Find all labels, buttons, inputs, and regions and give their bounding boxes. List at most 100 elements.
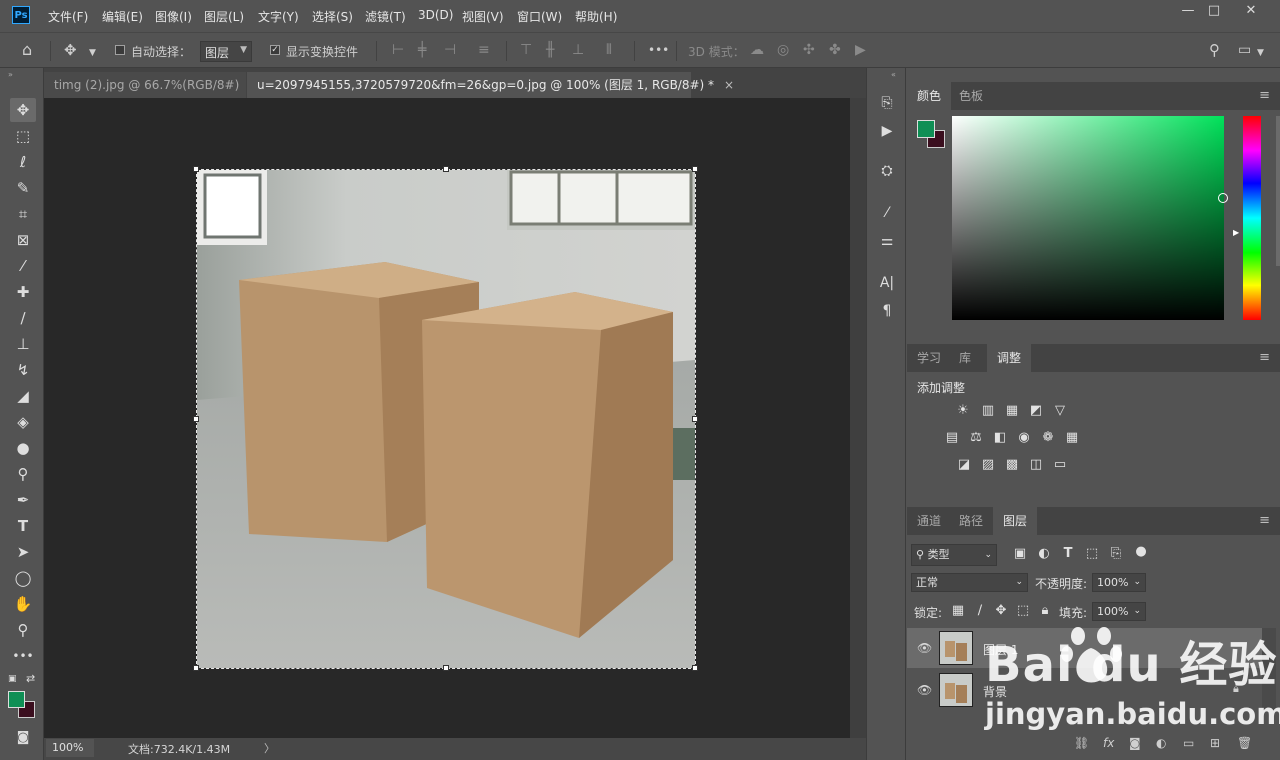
- swap-colors-icon[interactable]: ⇄: [26, 672, 35, 685]
- move-icon[interactable]: ✥: [64, 42, 77, 58]
- invert-icon[interactable]: ◪: [956, 458, 972, 472]
- menu-help[interactable]: 帮助(H): [575, 8, 617, 25]
- panel-scrollbar[interactable]: [1276, 116, 1280, 266]
- ellipse-tool-icon[interactable]: ◯: [10, 566, 36, 590]
- threshold-icon[interactable]: ▩: [1004, 458, 1020, 472]
- menu-select[interactable]: 选择(S): [312, 8, 353, 25]
- tab-layers[interactable]: 图层: [993, 507, 1038, 535]
- tab-libraries[interactable]: 库: [949, 344, 981, 372]
- lock-position-icon[interactable]: ✥: [993, 604, 1009, 618]
- tab-timg[interactable]: timg (2).jpg @ 66.7%(RGB/8#)×: [44, 72, 259, 98]
- quick-mask-icon[interactable]: ◙: [10, 726, 36, 750]
- hue-saturation-icon[interactable]: ▤: [944, 431, 960, 445]
- curves-icon[interactable]: ▦: [1004, 404, 1020, 418]
- tab-learn[interactable]: 学习: [907, 344, 951, 372]
- 3d-roll-icon[interactable]: ◎: [777, 42, 789, 58]
- menu-window[interactable]: 窗口(W): [517, 8, 562, 25]
- vibrance-icon[interactable]: ▽: [1052, 404, 1068, 418]
- menu-type[interactable]: 文字(Y): [258, 8, 299, 25]
- workspace-icon[interactable]: ▭: [1238, 42, 1251, 58]
- fx-icon[interactable]: fx: [1103, 736, 1114, 750]
- edit-toolbar-icon[interactable]: •••: [10, 644, 36, 668]
- align-center-h-icon[interactable]: ╪: [418, 42, 426, 58]
- levels-icon[interactable]: ▥: [980, 404, 996, 418]
- transform-handle[interactable]: [692, 665, 698, 671]
- close-icon[interactable]: ×: [724, 78, 734, 92]
- move-tool-icon[interactable]: ✥: [10, 98, 36, 122]
- foreground-color-swatch[interactable]: [8, 691, 25, 708]
- hue-slider[interactable]: [1243, 116, 1261, 320]
- lasso-tool-icon[interactable]: ℓ: [10, 150, 36, 174]
- quick-select-tool-icon[interactable]: ✎: [10, 176, 36, 200]
- status-menu-arrow[interactable]: 〉: [264, 740, 275, 756]
- collapse-arrows-icon[interactable]: »: [8, 70, 13, 79]
- brightness-icon[interactable]: ☀: [955, 404, 971, 418]
- dodge-tool-icon[interactable]: ⚲: [10, 462, 36, 486]
- transform-handle[interactable]: [692, 416, 698, 422]
- menu-file[interactable]: 文件(F): [48, 8, 88, 25]
- close-window-button[interactable]: ✕: [1237, 4, 1265, 20]
- panel-menu-icon[interactable]: ≡: [1259, 88, 1270, 103]
- 3d-pan-icon[interactable]: ✣: [803, 42, 815, 58]
- filter-smart-object-icon[interactable]: ⎘: [1108, 547, 1124, 561]
- eyedropper-tool-icon[interactable]: ⁄: [10, 254, 36, 278]
- posterize-icon[interactable]: ▨: [980, 458, 996, 472]
- tab-swatches[interactable]: 色板: [949, 82, 993, 110]
- 3d-panel-icon[interactable]: ⛭: [875, 160, 899, 182]
- align-middle-v-icon[interactable]: ╫: [546, 42, 554, 58]
- auto-select-target-dropdown[interactable]: 图层 ▼: [200, 41, 252, 62]
- color-lookup-icon[interactable]: ▦: [1064, 431, 1080, 445]
- collapse-arrows-icon[interactable]: «: [891, 70, 896, 79]
- crop-tool-icon[interactable]: ⌗: [10, 202, 36, 226]
- filter-type-icon[interactable]: T: [1060, 547, 1076, 561]
- menu-image[interactable]: 图像(I): [155, 8, 192, 25]
- more-options-button[interactable]: •••: [648, 42, 669, 58]
- exposure-icon[interactable]: ◩: [1028, 404, 1044, 418]
- brush-settings-icon[interactable]: ⁄: [875, 202, 899, 224]
- color-picker-marker[interactable]: [1218, 193, 1228, 203]
- transform-handle[interactable]: [193, 665, 199, 671]
- gradient-map-icon[interactable]: ▭: [1052, 458, 1068, 472]
- lock-artboard-icon[interactable]: ⬚: [1015, 604, 1031, 618]
- menu-filter[interactable]: 滤镜(T): [365, 8, 406, 25]
- transform-handle[interactable]: [193, 166, 199, 172]
- tab-adjustments[interactable]: 调整: [987, 344, 1032, 372]
- maximize-button[interactable]: □: [1200, 4, 1228, 20]
- filter-toggle-icon[interactable]: ●: [1133, 545, 1149, 559]
- menu-layer[interactable]: 图层(L): [204, 8, 244, 25]
- show-transform-checkbox[interactable]: ✓: [270, 45, 280, 55]
- paragraph-panel-icon[interactable]: ¶: [875, 300, 899, 322]
- vertical-scrollbar[interactable]: [850, 98, 866, 740]
- fill-field[interactable]: 100% ⌄: [1092, 602, 1146, 621]
- new-adjustment-icon[interactable]: ◐: [1156, 736, 1166, 750]
- transform-handle[interactable]: [443, 166, 449, 172]
- align-top-icon[interactable]: ⊤: [520, 42, 532, 58]
- foreground-color-swatch[interactable]: [917, 120, 935, 138]
- hand-tool-icon[interactable]: ✋: [10, 592, 36, 616]
- distribute-icon[interactable]: ⫴: [606, 42, 612, 58]
- eraser-tool-icon[interactable]: ◢: [10, 384, 36, 408]
- panel-menu-icon[interactable]: ≡: [1259, 513, 1270, 528]
- path-select-tool-icon[interactable]: ➤: [10, 540, 36, 564]
- search-icon[interactable]: ⚲: [1209, 42, 1220, 58]
- filter-adjustment-icon[interactable]: ◐: [1036, 547, 1052, 561]
- hue-slider-marker[interactable]: ▶: [1233, 228, 1239, 237]
- link-layers-icon[interactable]: ⛓: [1074, 736, 1089, 750]
- new-group-icon[interactable]: ▭: [1183, 736, 1194, 750]
- 3d-camera-icon[interactable]: ▶: [855, 42, 866, 58]
- history-brush-tool-icon[interactable]: ↯: [10, 358, 36, 382]
- tab-channels[interactable]: 通道: [907, 507, 951, 535]
- 3d-slide-icon[interactable]: ✤: [829, 42, 841, 58]
- visibility-eye-icon[interactable]: 👁︎: [917, 641, 932, 655]
- color-balance-icon[interactable]: ⚖: [968, 431, 984, 445]
- character-panel-icon[interactable]: A|: [875, 272, 899, 294]
- frame-tool-icon[interactable]: ⊠: [10, 228, 36, 252]
- chevron-down-icon[interactable]: ▼: [1257, 45, 1264, 61]
- zoom-tool-icon[interactable]: ⚲: [10, 618, 36, 642]
- opacity-field[interactable]: 100% ⌄: [1092, 573, 1146, 592]
- channel-mixer-icon[interactable]: ❁: [1040, 431, 1056, 445]
- home-icon[interactable]: ⌂: [22, 42, 32, 58]
- panel-menu-icon[interactable]: ≡: [1259, 350, 1270, 365]
- minimize-button[interactable]: —: [1174, 4, 1202, 20]
- align-bottom-icon[interactable]: ⊥: [572, 42, 584, 58]
